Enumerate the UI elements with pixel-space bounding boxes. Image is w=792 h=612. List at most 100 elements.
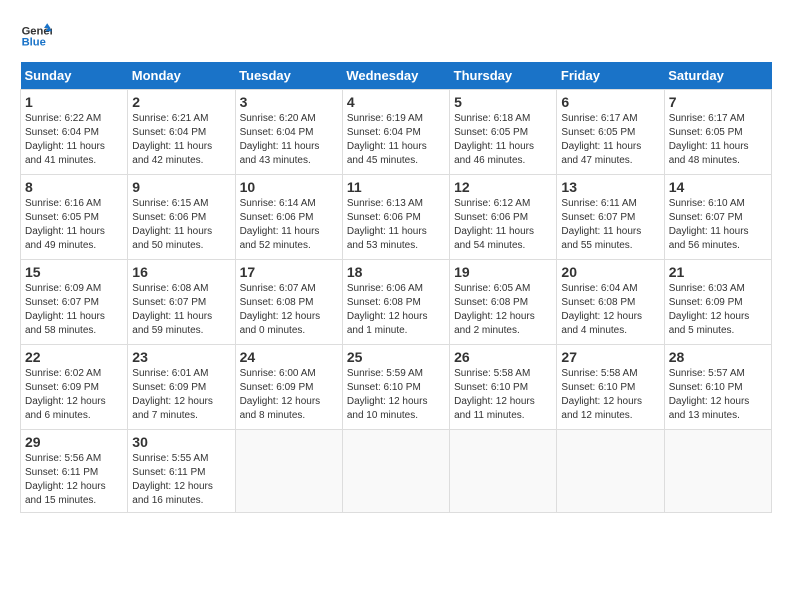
day-info: Sunrise: 5:58 AMSunset: 6:10 PMDaylight:… — [561, 367, 659, 423]
col-wednesday: Wednesday — [342, 62, 449, 90]
calendar-cell: 1 Sunrise: 6:22 AMSunset: 6:04 PMDaylight… — [21, 90, 128, 175]
calendar-cell: 4 Sunrise: 6:19 AMSunset: 6:04 PMDaylight… — [342, 90, 449, 175]
calendar-cell: 16 Sunrise: 6:08 AMSunset: 6:07 PMDayligh… — [128, 260, 235, 345]
day-number: 8 — [25, 179, 123, 195]
day-number: 14 — [669, 179, 767, 195]
day-info: Sunrise: 6:09 AMSunset: 6:07 PMDaylight:… — [25, 282, 123, 338]
day-info: Sunrise: 6:15 AMSunset: 6:06 PMDaylight:… — [132, 197, 230, 253]
calendar-cell: 2 Sunrise: 6:21 AMSunset: 6:04 PMDaylight… — [128, 90, 235, 175]
calendar-cell: 9 Sunrise: 6:15 AMSunset: 6:06 PMDaylight… — [128, 175, 235, 260]
day-info: Sunrise: 6:02 AMSunset: 6:09 PMDaylight:… — [25, 367, 123, 423]
col-sunday: Sunday — [21, 62, 128, 90]
calendar-cell — [664, 430, 771, 513]
day-number: 21 — [669, 264, 767, 280]
day-info: Sunrise: 6:17 AMSunset: 6:05 PMDaylight:… — [561, 112, 659, 168]
calendar-cell: 24 Sunrise: 6:00 AMSunset: 6:09 PMDayligh… — [235, 345, 342, 430]
col-thursday: Thursday — [450, 62, 557, 90]
calendar-cell: 6 Sunrise: 6:17 AMSunset: 6:05 PMDaylight… — [557, 90, 664, 175]
day-number: 19 — [454, 264, 552, 280]
day-number: 24 — [240, 349, 338, 365]
day-info: Sunrise: 6:07 AMSunset: 6:08 PMDaylight:… — [240, 282, 338, 338]
day-number: 5 — [454, 94, 552, 110]
day-number: 2 — [132, 94, 230, 110]
col-saturday: Saturday — [664, 62, 771, 90]
day-number: 26 — [454, 349, 552, 365]
day-info: Sunrise: 6:21 AMSunset: 6:04 PMDaylight:… — [132, 112, 230, 168]
day-info: Sunrise: 6:04 AMSunset: 6:08 PMDaylight:… — [561, 282, 659, 338]
day-number: 4 — [347, 94, 445, 110]
day-info: Sunrise: 6:03 AMSunset: 6:09 PMDaylight:… — [669, 282, 767, 338]
day-info: Sunrise: 6:01 AMSunset: 6:09 PMDaylight:… — [132, 367, 230, 423]
calendar-cell: 23 Sunrise: 6:01 AMSunset: 6:09 PMDayligh… — [128, 345, 235, 430]
calendar-cell: 20Sunrise: 6:04 AMSunset: 6:08 PMDayligh… — [557, 260, 664, 345]
col-tuesday: Tuesday — [235, 62, 342, 90]
day-number: 12 — [454, 179, 552, 195]
day-info: Sunrise: 6:18 AMSunset: 6:05 PMDaylight:… — [454, 112, 552, 168]
day-info: Sunrise: 6:11 AMSunset: 6:07 PMDaylight:… — [561, 197, 659, 253]
day-info: Sunrise: 5:59 AMSunset: 6:10 PMDaylight:… — [347, 367, 445, 423]
day-info: Sunrise: 5:55 AMSunset: 6:11 PMDaylight:… — [132, 452, 230, 508]
calendar-cell: 28Sunrise: 5:57 AMSunset: 6:10 PMDayligh… — [664, 345, 771, 430]
calendar-cell — [557, 430, 664, 513]
calendar-cell — [235, 430, 342, 513]
day-number: 1 — [25, 94, 123, 110]
calendar-cell: 21 Sunrise: 6:03 AMSunset: 6:09 PMDayligh… — [664, 260, 771, 345]
page-header: General Blue — [20, 20, 772, 52]
day-number: 23 — [132, 349, 230, 365]
calendar-cell — [450, 430, 557, 513]
day-info: Sunrise: 6:10 AMSunset: 6:07 PMDaylight:… — [669, 197, 767, 253]
calendar-cell: 8 Sunrise: 6:16 AMSunset: 6:05 PMDaylight… — [21, 175, 128, 260]
calendar-week-5: 29Sunrise: 5:56 AMSunset: 6:11 PMDayligh… — [21, 430, 772, 513]
logo-icon: General Blue — [20, 20, 52, 52]
calendar-cell — [342, 430, 449, 513]
calendar-cell: 18 Sunrise: 6:06 AMSunset: 6:08 PMDayligh… — [342, 260, 449, 345]
day-info: Sunrise: 6:19 AMSunset: 6:04 PMDaylight:… — [347, 112, 445, 168]
day-number: 11 — [347, 179, 445, 195]
day-info: Sunrise: 6:06 AMSunset: 6:08 PMDaylight:… — [347, 282, 445, 338]
calendar-cell: 3Sunrise: 6:20 AMSunset: 6:04 PMDaylight… — [235, 90, 342, 175]
header-row: Sunday Monday Tuesday Wednesday Thursday… — [21, 62, 772, 90]
day-number: 9 — [132, 179, 230, 195]
day-info: Sunrise: 6:16 AMSunset: 6:05 PMDaylight:… — [25, 197, 123, 253]
calendar-cell: 11 Sunrise: 6:13 AMSunset: 6:06 PMDayligh… — [342, 175, 449, 260]
col-friday: Friday — [557, 62, 664, 90]
day-info: Sunrise: 5:56 AMSunset: 6:11 PMDaylight:… — [25, 452, 123, 508]
calendar-cell: 26Sunrise: 5:58 AMSunset: 6:10 PMDayligh… — [450, 345, 557, 430]
calendar-cell: 25Sunrise: 5:59 AMSunset: 6:10 PMDayligh… — [342, 345, 449, 430]
day-info: Sunrise: 6:14 AMSunset: 6:06 PMDaylight:… — [240, 197, 338, 253]
calendar-week-2: 8 Sunrise: 6:16 AMSunset: 6:05 PMDaylight… — [21, 175, 772, 260]
day-info: Sunrise: 6:22 AMSunset: 6:04 PMDaylight:… — [25, 112, 123, 168]
calendar-cell: 12 Sunrise: 6:12 AMSunset: 6:06 PMDayligh… — [450, 175, 557, 260]
day-number: 22 — [25, 349, 123, 365]
day-number: 18 — [347, 264, 445, 280]
calendar-week-3: 15 Sunrise: 6:09 AMSunset: 6:07 PMDayligh… — [21, 260, 772, 345]
svg-text:Blue: Blue — [22, 37, 46, 49]
calendar-cell: 17 Sunrise: 6:07 AMSunset: 6:08 PMDayligh… — [235, 260, 342, 345]
calendar-cell: 10 Sunrise: 6:14 AMSunset: 6:06 PMDayligh… — [235, 175, 342, 260]
calendar-week-4: 22 Sunrise: 6:02 AMSunset: 6:09 PMDayligh… — [21, 345, 772, 430]
day-info: Sunrise: 6:00 AMSunset: 6:09 PMDaylight:… — [240, 367, 338, 423]
day-info: Sunrise: 6:17 AMSunset: 6:05 PMDaylight:… — [669, 112, 767, 168]
day-number: 6 — [561, 94, 659, 110]
day-number: 30 — [132, 434, 230, 450]
calendar-cell: 22 Sunrise: 6:02 AMSunset: 6:09 PMDayligh… — [21, 345, 128, 430]
day-number: 28 — [669, 349, 767, 365]
day-number: 13 — [561, 179, 659, 195]
day-number: 16 — [132, 264, 230, 280]
day-number: 10 — [240, 179, 338, 195]
day-number: 17 — [240, 264, 338, 280]
day-info: Sunrise: 6:20 AMSunset: 6:04 PMDaylight:… — [240, 112, 338, 168]
calendar-cell: 27 Sunrise: 5:58 AMSunset: 6:10 PMDayligh… — [557, 345, 664, 430]
day-info: Sunrise: 6:05 AMSunset: 6:08 PMDaylight:… — [454, 282, 552, 338]
day-info: Sunrise: 6:13 AMSunset: 6:06 PMDaylight:… — [347, 197, 445, 253]
col-monday: Monday — [128, 62, 235, 90]
calendar-table: Sunday Monday Tuesday Wednesday Thursday… — [20, 62, 772, 513]
day-number: 15 — [25, 264, 123, 280]
day-number: 27 — [561, 349, 659, 365]
calendar-cell: 13 Sunrise: 6:11 AMSunset: 6:07 PMDayligh… — [557, 175, 664, 260]
day-info: Sunrise: 6:12 AMSunset: 6:06 PMDaylight:… — [454, 197, 552, 253]
day-info: Sunrise: 6:08 AMSunset: 6:07 PMDaylight:… — [132, 282, 230, 338]
day-number: 7 — [669, 94, 767, 110]
calendar-cell: 5 Sunrise: 6:18 AMSunset: 6:05 PMDaylight… — [450, 90, 557, 175]
logo: General Blue — [20, 20, 52, 52]
